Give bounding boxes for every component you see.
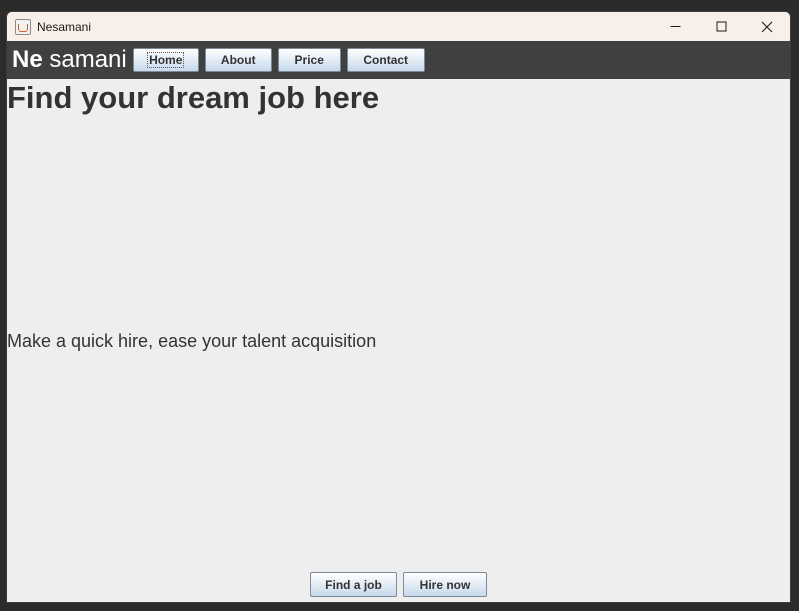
close-button[interactable] <box>744 12 790 41</box>
brand-light-text: samani <box>49 46 127 73</box>
nav-about-button[interactable]: About <box>204 48 272 72</box>
nav-about-label: About <box>220 53 256 67</box>
nav-contact-label: Contact <box>363 53 409 67</box>
app-window: Nesamani Ne samani Home About Price Cont… <box>6 11 791 603</box>
window-title: Nesamani <box>37 19 92 34</box>
minimize-button[interactable] <box>652 12 698 41</box>
window-controls <box>652 12 790 41</box>
maximize-button[interactable] <box>698 12 744 41</box>
hire-now-button[interactable]: Hire now <box>403 572 487 597</box>
page-tagline: Make a quick hire, ease your talent acqu… <box>7 331 377 351</box>
top-navbar: Ne samani Home About Price Contact <box>7 41 790 79</box>
nav-home-label: Home <box>147 52 185 68</box>
nav-home-button[interactable]: Home <box>132 48 199 72</box>
close-icon <box>761 21 773 32</box>
nav-contact-button[interactable]: Contact <box>346 48 425 72</box>
title-bar[interactable]: Nesamani <box>7 12 790 41</box>
maximize-icon <box>716 21 726 32</box>
brand-logo: Ne samani <box>12 48 127 72</box>
nav-price-button[interactable]: Price <box>277 48 341 72</box>
brand-bold-text: Ne <box>12 46 43 73</box>
nav-price-label: Price <box>294 53 324 67</box>
java-cup-icon <box>15 18 31 35</box>
minimize-icon <box>670 26 680 27</box>
find-job-button[interactable]: Find a job <box>310 572 397 597</box>
page-headline: Find your dream job here <box>7 80 380 115</box>
action-buttons: Find a job Hire now <box>7 572 790 597</box>
